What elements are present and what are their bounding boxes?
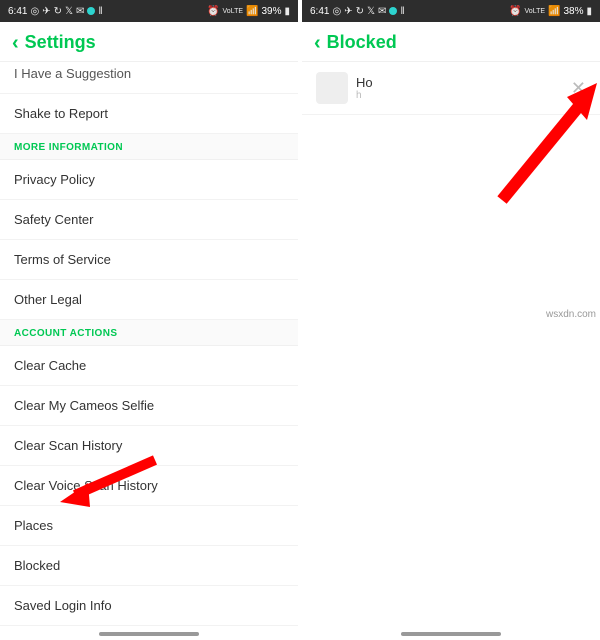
signal-icon: 📶 <box>246 6 258 17</box>
section-header: ACCOUNT ACTIONS <box>0 320 298 346</box>
notification-dot-icon <box>389 7 397 15</box>
back-chevron-icon[interactable]: ‹ <box>12 33 19 53</box>
list-item[interactable]: Places <box>0 506 298 546</box>
refresh-icon: ↻ <box>356 6 364 17</box>
list-item[interactable]: Clear My Cameos Selfie <box>0 386 298 426</box>
list-item[interactable]: Clear Cache <box>0 346 298 386</box>
status-bar: 6:41 ◎ ✈ ↻ 𝕏 ✉ ‖ ⏰ VoLTE 📶 39% ▮ <box>0 0 298 22</box>
section-header: MORE INFORMATION <box>0 134 298 160</box>
list-item[interactable]: Shake to Report <box>0 94 298 134</box>
avatar <box>316 72 348 104</box>
battery-percent: 39% <box>261 6 281 17</box>
list-item-blocked[interactable]: Blocked <box>0 546 298 586</box>
list-item[interactable]: Safety Center <box>0 200 298 240</box>
status-time: 6:41 <box>8 6 27 17</box>
pause-icon: ‖ <box>400 6 404 17</box>
watermark: wsxdn.com <box>546 309 596 320</box>
blocked-header: ‹ Blocked <box>302 22 600 62</box>
list-item[interactable]: Clear Voice Scan History <box>0 466 298 506</box>
list-item[interactable]: Privacy Policy <box>0 160 298 200</box>
battery-icon: ▮ <box>284 6 290 17</box>
whatsapp-icon: ◎ <box>332 6 341 17</box>
mail-icon: ✉ <box>76 6 84 17</box>
home-indicator[interactable] <box>401 632 501 636</box>
page-title: Blocked <box>327 32 397 53</box>
home-indicator[interactable] <box>99 632 199 636</box>
blocked-user-handle: h <box>356 90 571 101</box>
whatsapp-icon: ◎ <box>30 6 39 17</box>
page-title: Settings <box>25 32 96 53</box>
refresh-icon: ↻ <box>54 6 62 17</box>
blocked-user-name: Ho <box>356 75 571 90</box>
back-chevron-icon[interactable]: ‹ <box>314 33 321 53</box>
twitter-icon: 𝕏 <box>65 6 73 17</box>
list-item[interactable]: Saved Login Info <box>0 586 298 626</box>
list-item[interactable]: Clear Scan History <box>0 426 298 466</box>
mail-icon: ✉ <box>378 6 386 17</box>
blocked-user-row[interactable]: Ho h ✕ <box>302 62 600 115</box>
twitter-icon: 𝕏 <box>367 6 375 17</box>
pause-icon: ‖ <box>98 6 102 17</box>
notification-dot-icon <box>87 7 95 15</box>
volte-icon: VoLTE <box>525 8 546 15</box>
signal-icon: 📶 <box>548 6 560 17</box>
alarm-icon: ⏰ <box>207 6 219 17</box>
alarm-icon: ⏰ <box>509 6 521 17</box>
list-item[interactable]: I Have a Suggestion <box>0 62 298 94</box>
unblock-x-icon[interactable]: ✕ <box>571 78 586 99</box>
volte-icon: VoLTE <box>223 8 244 15</box>
telegram-icon: ✈ <box>42 6 50 17</box>
telegram-icon: ✈ <box>344 6 352 17</box>
user-info: Ho h <box>356 75 571 101</box>
status-time: 6:41 <box>310 6 329 17</box>
list-item[interactable]: Other Legal <box>0 280 298 320</box>
blocked-screen: 6:41 ◎ ✈ ↻ 𝕏 ✉ ‖ ⏰ VoLTE 📶 38% ▮ ‹ Block… <box>302 0 600 640</box>
battery-icon: ▮ <box>586 6 592 17</box>
battery-percent: 38% <box>563 6 583 17</box>
settings-header: ‹ Settings <box>0 22 298 62</box>
settings-list[interactable]: I Have a Suggestion Shake to Report MORE… <box>0 62 298 640</box>
status-bar: 6:41 ◎ ✈ ↻ 𝕏 ✉ ‖ ⏰ VoLTE 📶 38% ▮ <box>302 0 600 22</box>
list-item[interactable]: Terms of Service <box>0 240 298 280</box>
settings-screen: 6:41 ◎ ✈ ↻ 𝕏 ✉ ‖ ⏰ VoLTE 📶 39% ▮ ‹ Setti… <box>0 0 298 640</box>
